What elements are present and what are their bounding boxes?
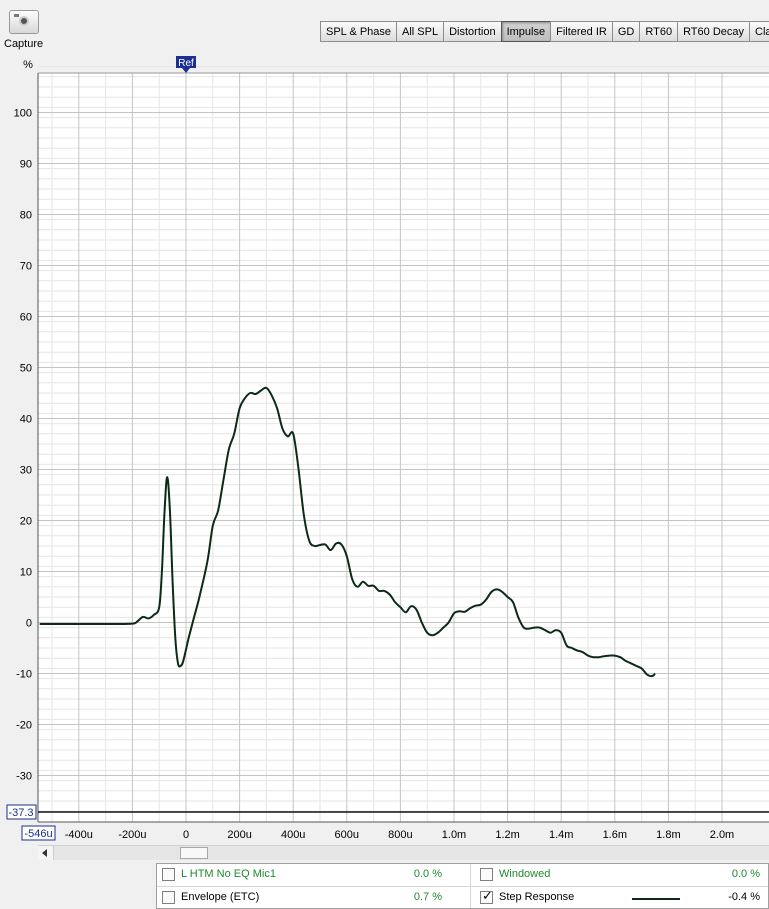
x-tick-label: 400u	[281, 829, 305, 841]
step-response-label: Step Response	[499, 891, 575, 903]
step-response-line-swatch	[632, 898, 680, 900]
capture-label: Capture	[4, 38, 44, 50]
camera-icon	[14, 14, 19, 17]
y-tick-label: 70	[20, 261, 32, 273]
y-tick-label: -20	[16, 720, 32, 732]
x-tick-label: 200u	[227, 829, 251, 841]
y-tick-label: 100	[14, 108, 32, 120]
tab-filtered-ir[interactable]: Filtered IR	[550, 21, 613, 42]
x-tick-label: 800u	[388, 829, 412, 841]
y-tick-label: 0	[26, 618, 32, 630]
x-min-label: -546u	[24, 828, 52, 840]
tab-gd[interactable]: GD	[611, 21, 641, 42]
y-tick-label: 10	[20, 567, 32, 579]
camera-lens-icon	[19, 16, 29, 26]
horizontal-scrollbar[interactable]	[38, 845, 769, 860]
x-tick-label: 2.0m	[710, 829, 734, 841]
x-tick-label: 1.0m	[442, 829, 466, 841]
y-tick-label: 80	[20, 210, 32, 222]
x-tick-label: 1.6m	[603, 829, 627, 841]
y-min-label: -37.3	[8, 807, 33, 819]
y-tick-label: 30	[20, 465, 32, 477]
y-tick-label: 20	[20, 516, 32, 528]
measurement-name: L HTM No EQ Mic1	[181, 868, 276, 880]
legend-row-measurement: L HTM No EQ Mic1 0.0 % Windowed 0.0 %	[157, 864, 768, 887]
tab-spl-phase[interactable]: SPL & Phase	[320, 21, 398, 42]
x-tick-label: 1.2m	[495, 829, 519, 841]
legend-panel: L HTM No EQ Mic1 0.0 % Windowed 0.0 % En…	[156, 863, 769, 909]
y-tick-label: 50	[20, 363, 32, 375]
y-tick-label: 40	[20, 414, 32, 426]
tab-rt60[interactable]: RT60	[639, 21, 679, 42]
windowed-checkbox[interactable]	[480, 868, 493, 881]
windowed-value: 0.0 %	[731, 868, 760, 880]
x-tick-label: 600u	[335, 829, 359, 841]
step-response-value: -0.4 %	[728, 891, 760, 903]
x-tick-label: -200u	[118, 829, 146, 841]
scroll-thumb[interactable]	[180, 847, 208, 859]
y-tick-label: 90	[20, 159, 32, 171]
measurement-value: 0.0 %	[413, 868, 442, 880]
y-tick-label: -10	[16, 669, 32, 681]
step-response-checkbox[interactable]	[480, 889, 493, 904]
tab-distortion[interactable]: Distortion	[443, 21, 502, 42]
measurement-checkbox[interactable]	[162, 868, 175, 881]
impulse-chart[interactable]: 1009080706050403020100-10-20-30-400u -200…	[0, 55, 769, 845]
legend-row-envelope: Envelope (ETC) 0.7 % Step Response -0.4 …	[157, 887, 768, 909]
scroll-left-arrow-icon[interactable]	[38, 846, 54, 860]
ref-marker-label: Ref	[178, 58, 194, 69]
windowed-label: Windowed	[499, 868, 551, 880]
tab-all-spl[interactable]: All SPL	[396, 21, 445, 42]
graph-tabs: SPL & Phase All SPL Distortion Impulse F…	[320, 21, 769, 42]
x-tick-label: 1.4m	[549, 829, 573, 841]
envelope-label: Envelope (ETC)	[181, 891, 260, 903]
y-tick-label: -30	[16, 771, 32, 783]
envelope-checkbox[interactable]	[162, 891, 175, 904]
capture-button[interactable]	[9, 10, 39, 34]
tab-rt60-decay[interactable]: RT60 Decay	[677, 21, 750, 42]
tab-impulse[interactable]: Impulse	[500, 21, 552, 42]
x-tick-label: 1.8m	[656, 829, 680, 841]
envelope-value: 0.7 %	[413, 891, 442, 903]
tab-clarity[interactable]: Clarity	[749, 21, 769, 42]
y-tick-label: 60	[20, 312, 32, 324]
x-tick-label: 0	[183, 829, 189, 841]
x-tick-label: -400u	[65, 829, 93, 841]
y-axis-label: %	[23, 59, 33, 71]
